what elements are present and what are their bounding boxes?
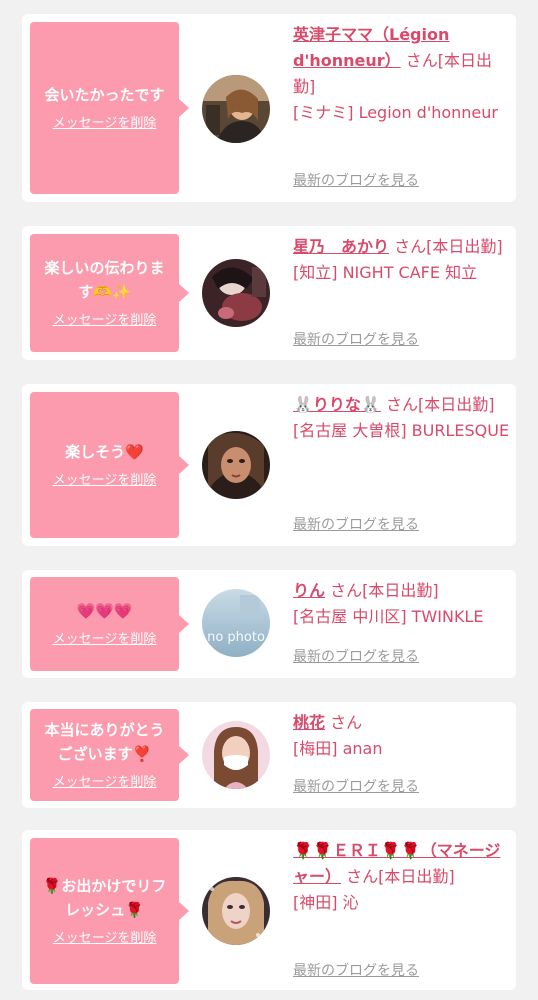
status-suffix: さん[本日出勤] bbox=[394, 237, 503, 256]
message-bubble: 🌹お出かけでリフレッシュ🌹 メッセージを削除 bbox=[30, 838, 189, 984]
message-text: 本当にありがとうございます❣️ bbox=[44, 721, 165, 763]
avatar[interactable] bbox=[202, 75, 270, 143]
latest-blog-link[interactable]: 最新のブログを見る bbox=[293, 776, 419, 798]
avatar[interactable] bbox=[202, 877, 270, 945]
message-bubble: 楽しそう❤️ メッセージを削除 bbox=[30, 392, 189, 538]
latest-blog-link[interactable]: 最新のブログを見る bbox=[293, 646, 419, 668]
message-text: 💗💗💗 bbox=[76, 602, 133, 620]
latest-blog-link[interactable]: 最新のブログを見る bbox=[293, 514, 419, 536]
profile-info: りん さん[本日出勤] [名古屋 中川区] TWINKLE bbox=[293, 578, 510, 630]
avatar[interactable] bbox=[202, 431, 270, 499]
message-text: 🌹お出かけでリフレッシュ🌹 bbox=[42, 877, 167, 919]
shop-label: [梅田] anan bbox=[293, 739, 383, 758]
message-bubble: 本当にありがとうございます❣️ メッセージを削除 bbox=[30, 709, 189, 801]
shop-label: [名古屋 中川区] TWINKLE bbox=[293, 607, 484, 626]
latest-blog-link[interactable]: 最新のブログを見る bbox=[293, 960, 419, 982]
no-photo-text: no photo bbox=[207, 630, 265, 645]
message-card: 🌹お出かけでリフレッシュ🌹 メッセージを削除 🌹🌹ＥＲＩ🌹🌹（マネージャー） さ… bbox=[22, 830, 516, 990]
delete-message-link[interactable]: メッセージを削除 bbox=[53, 930, 157, 948]
message-card: 本当にありがとうございます❣️ メッセージを削除 桃花 さん [梅田] anan… bbox=[22, 702, 516, 808]
message-bubble: 会いたかったです メッセージを削除 bbox=[30, 22, 189, 194]
profile-info: 🐰りりな🐰 さん[本日出勤] [名古屋 大曽根] BURLESQUE bbox=[293, 392, 510, 444]
message-text: 楽しいの伝わります🫶✨ bbox=[44, 259, 165, 301]
profile-name-link[interactable]: 星乃 あかり bbox=[293, 237, 389, 256]
delete-message-link[interactable]: メッセージを削除 bbox=[53, 472, 157, 490]
profile-name-link[interactable]: 🐰りりな🐰 bbox=[293, 395, 381, 414]
profile-info: 桃花 さん [梅田] anan bbox=[293, 710, 510, 762]
status-suffix: さん[本日出勤] bbox=[385, 395, 495, 414]
delete-message-link[interactable]: メッセージを削除 bbox=[53, 631, 157, 649]
message-bubble: 💗💗💗 メッセージを削除 bbox=[30, 577, 189, 671]
message-text: 会いたかったです bbox=[44, 86, 165, 104]
profile-name-link[interactable]: 桃花 bbox=[293, 713, 325, 732]
message-card: 楽しそう❤️ メッセージを削除 🐰りりな🐰 さん[本日出勤] [名古屋 大曽根]… bbox=[22, 384, 516, 546]
delete-message-link[interactable]: メッセージを削除 bbox=[53, 774, 157, 792]
status-suffix: さん[本日出勤] bbox=[346, 867, 455, 886]
shop-label: [ミナミ] Legion d'honneur bbox=[293, 103, 498, 122]
shop-label: [知立] NIGHT CAFE 知立 bbox=[293, 263, 478, 282]
shop-label: [神田] 沁 bbox=[293, 893, 359, 912]
status-suffix: さん[本日出勤] bbox=[330, 581, 439, 600]
message-text: 楽しそう❤️ bbox=[65, 443, 144, 461]
latest-blog-link[interactable]: 最新のブログを見る bbox=[293, 329, 419, 351]
status-suffix: さん bbox=[330, 713, 363, 732]
profile-info: 英津子ママ（Légion d'honneur） さん[本日出勤] [ミナミ] L… bbox=[293, 22, 510, 126]
profile-name-link[interactable]: りん bbox=[293, 581, 325, 600]
latest-blog-link[interactable]: 最新のブログを見る bbox=[293, 170, 419, 192]
shop-label: [名古屋 大曽根] BURLESQUE bbox=[293, 421, 510, 440]
message-card: 会いたかったです メッセージを削除 英津子ママ（Légion d'honneur… bbox=[22, 14, 516, 202]
profile-info: 星乃 あかり さん[本日出勤] [知立] NIGHT CAFE 知立 bbox=[293, 234, 510, 286]
delete-message-link[interactable]: メッセージを削除 bbox=[53, 312, 157, 330]
avatar[interactable]: no photo bbox=[202, 589, 270, 657]
avatar[interactable] bbox=[202, 721, 270, 789]
delete-message-link[interactable]: メッセージを削除 bbox=[53, 115, 157, 133]
message-card: 楽しいの伝わります🫶✨ メッセージを削除 星乃 あかり さん[本日出勤] [知立… bbox=[22, 226, 516, 360]
message-card: 💗💗💗 メッセージを削除 no photo りん さん[本日出勤] [名古屋 中… bbox=[22, 570, 516, 678]
profile-info: 🌹🌹ＥＲＩ🌹🌹（マネージャー） さん[本日出勤] [神田] 沁 bbox=[293, 838, 510, 916]
avatar[interactable] bbox=[202, 259, 270, 327]
message-bubble: 楽しいの伝わります🫶✨ メッセージを削除 bbox=[30, 234, 189, 352]
